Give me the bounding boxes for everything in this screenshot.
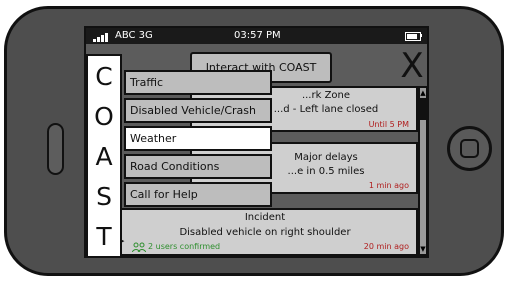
coast-logo-panel[interactable]: C O A S T [86,54,122,256]
status-time: 03:57 PM [234,30,281,41]
phone-screen: ABC 3G 03:57 PM Interact with COAST X ..… [84,26,429,258]
scroll-down-icon[interactable]: ▼ [420,245,426,253]
menu-item-disabled-vehicle[interactable]: Disabled Vehicle/Crash [124,98,272,123]
menu-item-weather[interactable]: Weather [124,126,272,151]
coast-letter: A [95,141,113,171]
menu-item-traffic[interactable]: Traffic [124,70,272,95]
incident-description: Disabled vehicle on right shoulder [179,227,351,238]
coast-letter: S [96,181,112,211]
scroll-thumb[interactable] [420,98,426,120]
coast-letter: C [95,61,113,91]
side-button [47,123,64,175]
signal-icon [93,31,109,42]
battery-icon [405,32,421,41]
users-icon [132,242,146,252]
coast-letter: T [96,221,112,251]
incident-time: 20 min ago [363,242,409,251]
menu-item-road-conditions[interactable]: Road Conditions [124,154,272,179]
incident-time: 1 min ago [368,181,409,190]
scrollbar[interactable]: ▲ ▼ [418,86,427,256]
incident-card-disabled-vehicle[interactable]: ▶ Incident Disabled vehicle on right sho… [112,208,418,256]
menu-item-call-for-help[interactable]: Call for Help [124,182,272,207]
home-button[interactable] [447,126,492,171]
coast-letter: O [94,101,114,131]
home-button-icon [460,139,479,158]
confirmed-count: 2 users confirmed [148,242,221,251]
incident-title: Incident [244,212,286,223]
scroll-up-icon[interactable]: ▲ [420,89,426,97]
close-icon[interactable]: X [398,49,426,83]
carrier-label: ABC 3G [115,30,153,41]
status-bar: ABC 3G 03:57 PM [86,28,427,44]
incident-time: Until 5 PM [368,120,409,129]
